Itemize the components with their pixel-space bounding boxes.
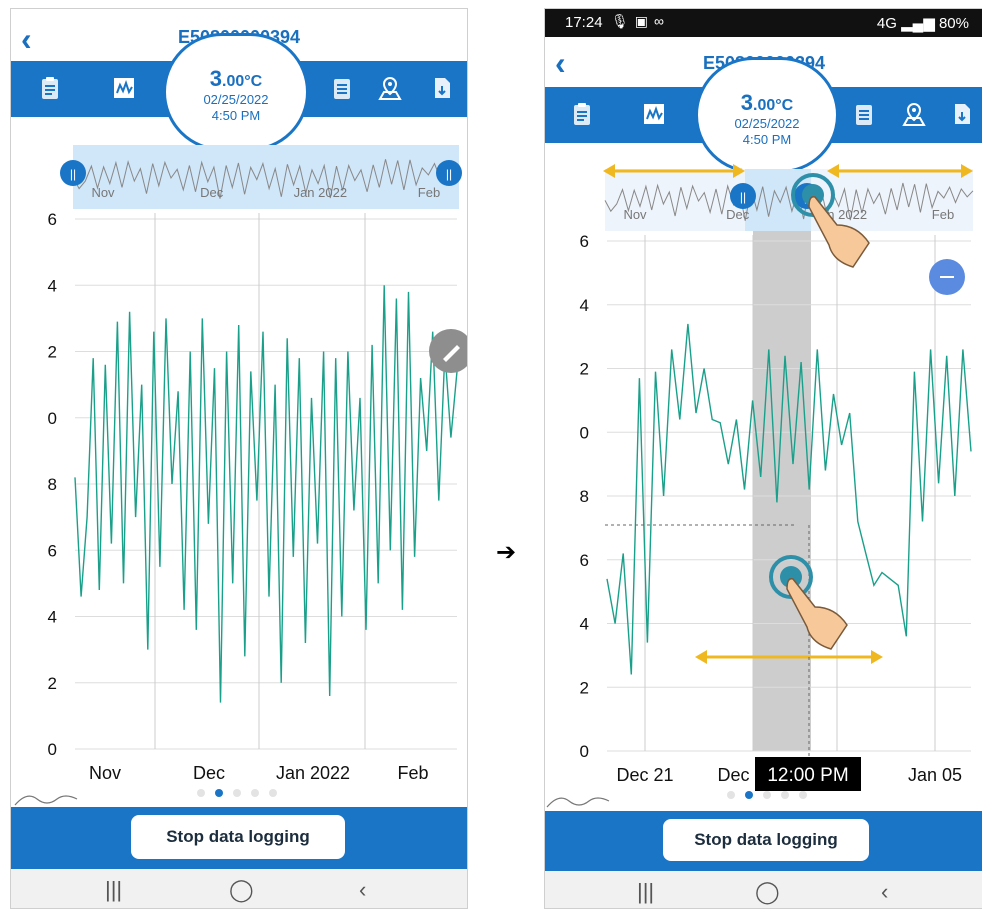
overview-label: Feb [418, 185, 440, 200]
system-nav-bar: ||| ◯ ‹ [11, 869, 467, 908]
overview-label: Dec [726, 207, 750, 222]
x-tick-label: Dec 21 [616, 765, 673, 785]
stop-logging-button[interactable]: Stop data logging [663, 819, 869, 861]
y-tick-label: 4 [580, 615, 589, 634]
y-tick-label: 2 [580, 360, 589, 379]
page-indicator-dot [233, 789, 241, 797]
y-tick-label: 8 [580, 487, 589, 506]
stop-logging-button[interactable]: Stop data logging [131, 815, 345, 859]
minus-glyph [940, 276, 954, 278]
page-indicator-dot [269, 789, 277, 797]
status-time: 17:24 [565, 14, 603, 31]
clipboard-icon[interactable] [569, 101, 595, 127]
page-indicator-dot [197, 789, 205, 797]
x-tick-label: Jan 2022 [276, 763, 350, 783]
x-tick-label: Nov [89, 763, 121, 783]
temperature-unit: °C [775, 97, 794, 114]
temperature-value: 3 [740, 90, 754, 115]
series-line [74, 285, 458, 703]
temperature-unit: °C [244, 73, 263, 90]
page-indicator-dot [215, 789, 223, 797]
recent-apps-icon[interactable]: ||| [637, 879, 654, 905]
temperature-decimals: .00 [753, 97, 776, 114]
temperature-value: 3 [209, 66, 223, 91]
battery-level: 80% [938, 15, 969, 32]
transition-arrow: ➔ [496, 539, 517, 566]
export-icon[interactable] [949, 101, 975, 127]
page-indicator-dot [763, 791, 771, 799]
map-pin-icon[interactable] [377, 75, 403, 101]
map-pin-icon[interactable] [901, 101, 927, 127]
y-tick-label: 0 [580, 423, 589, 442]
handle-grip: || [70, 167, 76, 181]
zoom-arrow-head-right [871, 650, 883, 664]
phone-before: ‹ E50800000394 3.00°C 02/25/2022 4:50 PM… [10, 8, 468, 909]
home-icon[interactable]: ◯ [755, 879, 780, 905]
overview-label: Nov [91, 185, 115, 200]
current-reading-bubble: 3.00°C 02/25/2022 4:50 PM [695, 57, 839, 173]
overview-label: Nov [623, 207, 647, 222]
logger-chart[interactable]: Nov Dec Jan 2022 Feb || || 0 2 4 6 8 0 2 4 6 Nov Dec Jan … [11, 139, 467, 809]
y-tick-label: 4 [580, 296, 589, 315]
cursor-label: 12:00 PM [767, 765, 848, 786]
home-icon[interactable]: ◯ [229, 877, 254, 903]
overview-label: Feb [932, 207, 954, 222]
export-icon[interactable] [429, 75, 455, 101]
y-tick-label: 4 [48, 608, 57, 627]
wave-icon [14, 795, 78, 806]
overview-label: Dec [200, 185, 224, 200]
x-tick-label: Dec [193, 763, 225, 783]
nav-back-icon[interactable]: ‹ [359, 877, 366, 903]
notification-icons: 🎙▣∞ [611, 13, 670, 29]
page-indicator-dot [251, 789, 259, 797]
wave-icon [546, 797, 610, 808]
signal-indicator: 4G [876, 15, 897, 32]
edit-icon [429, 329, 467, 373]
x-tick-label: Jan 05 [908, 765, 962, 785]
bottom-action-bar: Stop data logging [545, 811, 982, 871]
recent-apps-icon[interactable]: ||| [105, 877, 122, 903]
notes-icon[interactable] [329, 75, 355, 101]
y-tick-label: 2 [48, 343, 57, 362]
temperature-decimals: .00 [222, 73, 245, 90]
y-tick-label: 6 [48, 541, 57, 560]
handle-grip: || [446, 167, 452, 181]
reading-time: 4:50 PM [211, 108, 261, 123]
page-indicator-dot [781, 791, 789, 799]
page-indicator-dot [745, 791, 753, 799]
reading-time: 4:50 PM [742, 132, 792, 147]
y-tick-label: 2 [580, 678, 589, 697]
logger-chart-zoomed[interactable]: NovDecJan 2022Feb||||024680246Dec 21Dec … [545, 159, 982, 811]
x-tick-label: Feb [397, 763, 428, 783]
clipboard-icon[interactable] [37, 75, 63, 101]
system-nav-bar: ||| ◯ ‹ [545, 871, 982, 908]
nav-back-icon[interactable]: ‹ [881, 879, 888, 905]
y-tick-label: 6 [580, 232, 589, 251]
overview-label: Jan 2022 [294, 185, 348, 200]
page-indicator-dot [799, 791, 807, 799]
y-tick-label: 4 [48, 276, 57, 295]
status-bar: 17:24 🎙▣∞ 4G ▂▄▆ 80% [545, 9, 982, 37]
y-tick-label: 6 [580, 551, 589, 570]
notes-icon[interactable] [851, 101, 877, 127]
zoom-arrow-head-left [695, 650, 707, 664]
y-tick-label: 0 [48, 740, 57, 759]
current-reading-bubble: 3.00°C 02/25/2022 4:50 PM [163, 33, 309, 151]
page-indicator-dot [727, 791, 735, 799]
handle-grip: || [740, 190, 746, 204]
y-tick-label: 8 [48, 475, 57, 494]
y-tick-label: 6 [48, 210, 57, 229]
reading-date: 02/25/2022 [734, 116, 800, 131]
reading-date: 02/25/2022 [203, 92, 269, 107]
selection-band [753, 231, 811, 751]
y-tick-label: 0 [48, 409, 57, 428]
y-tick-label: 0 [580, 742, 589, 761]
y-tick-label: 2 [48, 674, 57, 693]
chart-icon[interactable] [111, 75, 137, 101]
phone-after: 17:24 🎙▣∞ 4G ▂▄▆ 80% ‹ E50800000394 3.00… [544, 8, 982, 909]
chart-icon[interactable] [641, 101, 667, 127]
